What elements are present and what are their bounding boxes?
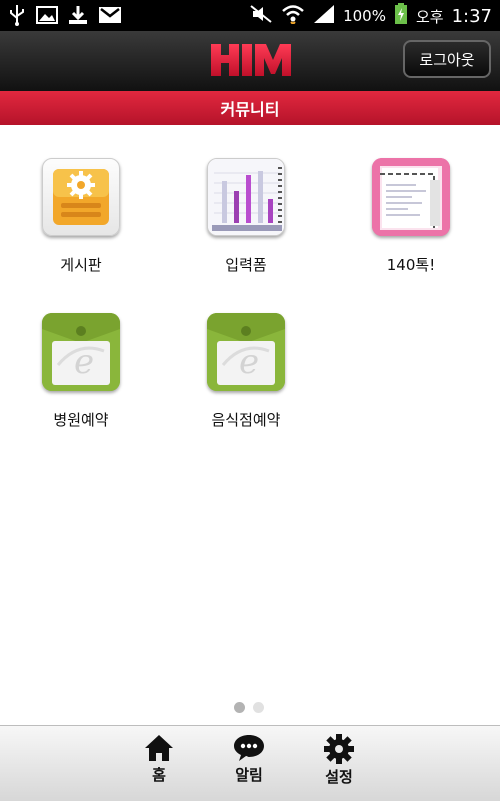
tab-settings-label: 설정 (325, 768, 353, 786)
app-label: 게시판 (60, 256, 102, 274)
gear-icon (324, 734, 354, 764)
app-label: 음식점예약 (211, 411, 281, 429)
tab-home[interactable]: 홈 (129, 734, 189, 785)
logout-button[interactable]: 로그아웃 (403, 40, 491, 78)
image-icon (36, 5, 58, 29)
restaurant-reservation-icon: e (207, 313, 285, 391)
bottom-tab-bar: 홈 알림 설정 (0, 725, 500, 801)
app-140-talk[interactable]: 140톡! (351, 158, 471, 275)
him-logo (211, 44, 291, 76)
usb-icon (8, 4, 26, 30)
status-bar: 100% 오후 1:37 (0, 0, 500, 31)
mute-icon (249, 4, 273, 28)
app-hospital-reservation[interactable]: e 병원예약 (21, 313, 141, 430)
gmail-icon (98, 6, 122, 28)
app-restaurant-reservation[interactable]: e 음식점예약 (186, 313, 306, 430)
app-label: 140톡! (386, 256, 436, 274)
download-icon (68, 5, 88, 29)
board-icon (42, 158, 120, 236)
app-input-form[interactable]: 입력폼 (186, 158, 306, 275)
app-label: 병원예약 (53, 411, 109, 429)
battery-percent: 100% (343, 7, 386, 25)
app-label: 입력폼 (225, 256, 267, 274)
am-pm: 오후 (415, 7, 444, 26)
tab-alert-label: 알림 (235, 766, 263, 784)
page-dot-current (234, 702, 245, 713)
app-grid: 게시판 입력폼 140톡! e 병원예약 e 음식점예약 (0, 125, 500, 700)
talk-140-icon (372, 158, 450, 236)
page-indicator (234, 702, 264, 713)
tab-home-label: 홈 (152, 766, 166, 784)
battery-charging-icon (394, 3, 408, 29)
notification-icons (8, 4, 122, 30)
tab-alert[interactable]: 알림 (219, 734, 279, 785)
system-status: 100% 오후 1:37 (249, 3, 492, 29)
wifi-icon (281, 4, 305, 28)
tab-settings[interactable]: 설정 (309, 734, 369, 787)
signal-icon (313, 4, 335, 28)
page-title: 커뮤니티 (0, 91, 500, 125)
page-dot (253, 702, 264, 713)
input-form-chart-icon (207, 158, 285, 236)
clock: 1:37 (451, 5, 492, 27)
speech-bubble-icon (234, 735, 264, 761)
app-board[interactable]: 게시판 (21, 158, 141, 275)
home-icon (145, 735, 173, 761)
hospital-reservation-icon: e (42, 313, 120, 391)
